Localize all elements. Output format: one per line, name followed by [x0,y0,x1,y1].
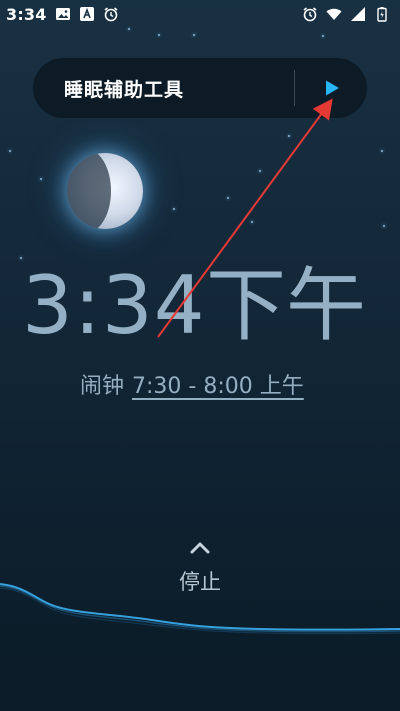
star [322,35,324,37]
status-left: 3:34 [6,5,119,24]
a-square-icon [79,6,95,22]
status-bar: 3:34 [0,0,400,28]
star [128,28,130,30]
stop-button[interactable]: 停止 [150,540,250,602]
status-right [302,6,390,22]
clock-ampm: 下午 [206,259,366,352]
chevron-up-icon [188,540,212,560]
alarm-info: 闹钟 7:30 - 8:00 上午 [80,368,304,400]
play-button[interactable] [319,75,345,101]
star [383,225,385,227]
sleep-aid-title: 睡眠辅助工具 [64,78,185,101]
star [40,178,42,180]
star [193,34,195,36]
alarm-clock-icon [302,6,318,22]
alarm-clock-icon [103,6,119,22]
status-time: 3:34 [6,4,47,24]
wifi-icon [326,6,342,22]
alarm-label: 闹钟 [80,374,125,399]
star [227,197,229,199]
star [251,221,253,223]
image-icon [55,6,71,22]
battery-charging-icon [374,6,390,22]
alarm-range-link[interactable]: 7:30 - 8:00 上午 [132,368,304,400]
moon-icon [67,153,143,229]
moon-shadow [67,153,111,229]
star [259,170,261,172]
sleep-aid-bar[interactable]: 睡眠辅助工具 [33,58,367,118]
play-icon [326,80,339,96]
stop-label: 停止 [179,570,221,594]
star [288,135,290,137]
star [381,150,383,152]
star [173,208,175,210]
signal-icon [350,6,366,22]
star [158,34,160,36]
clock-time: 3:34 [22,259,206,352]
star [9,150,11,152]
pill-divider [294,70,295,106]
